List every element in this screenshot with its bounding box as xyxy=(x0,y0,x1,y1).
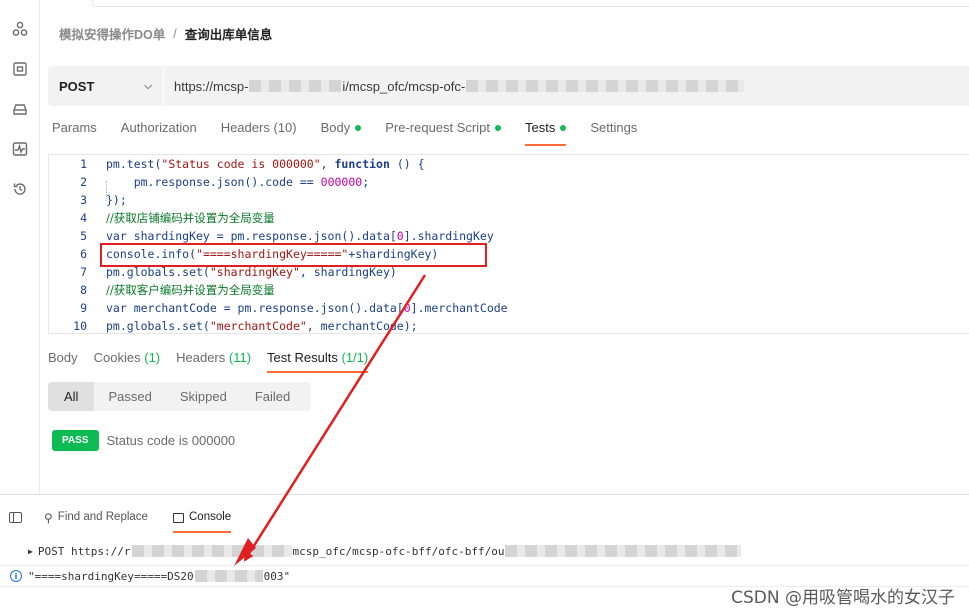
top-panel-edge xyxy=(92,0,969,7)
filter-passed[interactable]: Passed xyxy=(94,382,165,411)
code-line[interactable]: 2 pm.response.json().code == 000000; xyxy=(49,173,969,191)
tab-test-results[interactable]: Test Results (1/1) xyxy=(267,350,369,373)
code-line[interactable]: 3}); xyxy=(49,191,969,209)
monitors-icon[interactable] xyxy=(11,140,29,158)
url-segment-1: https://mcsp- xyxy=(174,78,249,94)
code-text: pm.globals.set("shardingKey", shardingKe… xyxy=(106,265,397,279)
code-text: var shardingKey = pm.response.json().dat… xyxy=(106,229,494,243)
line-number: 10 xyxy=(73,319,87,333)
request-tabs: Params Authorization Headers (10) Body P… xyxy=(52,120,661,146)
line-number: 4 xyxy=(80,211,87,225)
code-line[interactable]: 9 var merchantCode = pm.response.json().d… xyxy=(49,299,969,317)
tab-response-body[interactable]: Body xyxy=(48,350,78,373)
tab-headers[interactable]: Headers (10) xyxy=(221,120,297,146)
code-text: pm.globals.set("merchantCode", merchantC… xyxy=(106,319,418,333)
modified-dot xyxy=(494,125,501,131)
console-icon xyxy=(173,513,184,523)
method-select[interactable]: POST ⌵ xyxy=(48,66,164,106)
modified-dot xyxy=(355,125,362,131)
line-number: 7 xyxy=(80,265,87,279)
redacted-blur xyxy=(249,80,342,92)
redacted-blur xyxy=(131,545,292,557)
breadcrumb-current[interactable]: 查询出库单信息 xyxy=(185,24,273,43)
line-number: 6 xyxy=(80,247,87,261)
environments-icon[interactable] xyxy=(11,60,29,78)
tab-tests[interactable]: Tests xyxy=(524,120,567,146)
line-number: 3 xyxy=(80,193,87,207)
tab-response-cookies[interactable]: Cookies (1) xyxy=(94,350,160,373)
history-icon[interactable] xyxy=(11,180,29,198)
line-number: 8 xyxy=(80,283,87,297)
code-text: pm.test("Status code is 000000", functio… xyxy=(106,157,425,171)
tab-response-headers[interactable]: Headers (11) xyxy=(176,350,251,373)
code-line[interactable]: 10 pm.globals.set("merchantCode", merchan… xyxy=(49,317,969,335)
code-line[interactable]: 4 //获取店铺编码并设置为全局变量 xyxy=(49,209,969,227)
redacted-blur xyxy=(466,80,745,92)
request-bar: POST ⌵ https://mcsp- i/mcsp_ofc/mcsp-ofc… xyxy=(48,66,969,106)
test-result-row: PASS Status code is 000000 xyxy=(52,430,235,451)
tab-pre-request-script[interactable]: Pre-request Script xyxy=(385,120,501,146)
toggle-sidebar-icon[interactable] xyxy=(9,512,22,523)
filter-failed[interactable]: Failed xyxy=(241,382,304,411)
console-request-log[interactable]: ▶ POST https://r mcsp_ofc/mcsp-ofc-bff/o… xyxy=(0,541,969,561)
filter-all[interactable]: All xyxy=(48,382,95,411)
response-tabs: Body Cookies (1) Headers (11) Test Resul… xyxy=(48,350,384,373)
url-input[interactable]: https://mcsp- i/mcsp_ofc/mcsp-ofc- xyxy=(164,79,745,94)
expand-triangle-icon[interactable]: ▶ xyxy=(28,547,33,556)
code-text: pm.response.json().code == 000000; xyxy=(106,175,370,189)
code-text: //获取店铺编码并设置为全局变量 xyxy=(106,211,275,225)
code-text: //获取客户编码并设置为全局变量 xyxy=(106,283,275,297)
tab-body[interactable]: Body xyxy=(321,120,362,146)
redacted-blur xyxy=(505,545,742,557)
test-result-name: Status code is 000000 xyxy=(106,433,236,448)
left-sidebar-rail xyxy=(0,0,40,494)
code-text: var merchantCode = pm.response.json().da… xyxy=(106,301,508,315)
breadcrumb-parent[interactable]: 模拟安得操作DO单 xyxy=(59,24,165,43)
bottom-status-bar: ⚲ Find and Replace Console xyxy=(0,494,969,534)
tab-authorization[interactable]: Authorization xyxy=(121,120,197,146)
url-segment-2: i/mcsp_ofc/mcsp-ofc- xyxy=(342,78,466,94)
redacted-blur xyxy=(194,570,263,582)
apis-icon[interactable] xyxy=(11,20,29,38)
test-results-filter: All Passed Skipped Failed xyxy=(48,382,311,411)
chevron-down-icon: ⌵ xyxy=(144,80,152,92)
code-text: }); xyxy=(106,193,127,207)
console-button[interactable]: Console xyxy=(173,511,232,533)
line-number: 9 xyxy=(80,301,87,315)
pass-badge: PASS xyxy=(52,430,99,451)
info-icon: i xyxy=(10,570,22,582)
tab-settings[interactable]: Settings xyxy=(590,120,637,146)
code-line[interactable]: 8 //获取客户编码并设置为全局变量 xyxy=(49,281,969,299)
watermark: CSDN @用吸管喝水的女汉子 xyxy=(731,588,955,608)
method-label: POST xyxy=(59,78,95,94)
tab-params[interactable]: Params xyxy=(52,120,97,146)
line-number: 5 xyxy=(80,229,87,243)
code-line[interactable]: 1 pm.test("Status code is 000000", functi… xyxy=(49,155,969,173)
mock-servers-icon[interactable] xyxy=(11,100,29,118)
search-icon: ⚲ xyxy=(44,511,53,525)
breadcrumb: 模拟安得操作DO单 / 查询出库单信息 xyxy=(59,24,272,43)
filter-skipped[interactable]: Skipped xyxy=(166,382,241,411)
line-number: 1 xyxy=(80,157,87,171)
annotation-highlight-box xyxy=(100,243,487,267)
breadcrumb-separator: / xyxy=(173,26,177,41)
line-number: 2 xyxy=(80,175,87,189)
find-and-replace-button[interactable]: ⚲ Find and Replace xyxy=(44,511,148,533)
modified-dot xyxy=(560,125,567,131)
